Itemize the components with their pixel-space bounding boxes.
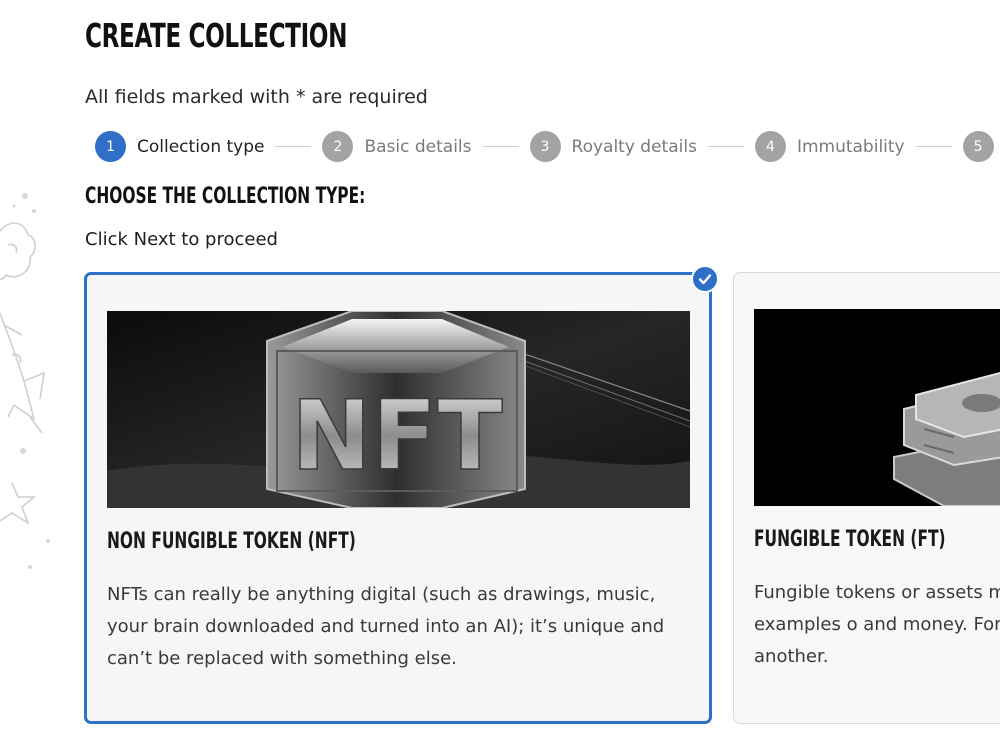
ft-card-description: Fungible tokens or assets most common ex… (754, 582, 1000, 667)
create-collection-page: CREATE COLLECTION All fields marked with… (0, 0, 1000, 750)
step-label: Royalty details (571, 136, 697, 157)
step-number: 1 (95, 131, 126, 162)
page-title: CREATE COLLECTION (85, 16, 348, 55)
step-connector (915, 146, 952, 147)
step-number: 3 (529, 131, 561, 162)
money-stack-illustration (754, 309, 1000, 506)
stepper: 1 Collection type 2 Basic details 3 Roya… (95, 131, 1000, 162)
step-basic-details[interactable]: 2 Basic details (322, 131, 472, 162)
step-number: 4 (754, 131, 786, 162)
step-number: 2 (322, 131, 354, 162)
nft-card-title: NON FUNGIBLE TOKEN (NFT) (107, 529, 356, 554)
nft-card-description: NFTs can really be anything digital (suc… (107, 584, 665, 669)
proceed-hint: Click Next to proceed (85, 229, 278, 250)
nft-image-text: NFT (291, 380, 502, 492)
step-immutability[interactable]: 4 Immutability (754, 131, 905, 162)
step-label: Collection type (137, 136, 265, 157)
step-number: 5 (962, 131, 994, 162)
nft-card-image: NFT (107, 311, 690, 508)
space-doodle-icon (0, 193, 50, 569)
step-5[interactable]: 5 Fr (962, 131, 1000, 162)
section-title: CHOOSE THE COLLECTION TYPE: (85, 184, 366, 209)
step-connector (482, 146, 519, 147)
step-connector (707, 146, 744, 147)
selected-checkmark-icon (691, 265, 719, 293)
required-fields-note: All fields marked with * are required (85, 86, 428, 108)
nft-collection-card[interactable]: NFT NON FUNGIBLE TOKEN (NFT) NFTs can re… (84, 272, 712, 724)
step-royalty-details[interactable]: 3 Royalty details (529, 131, 697, 162)
nft-cube-illustration: NFT (107, 311, 690, 508)
ft-collection-card[interactable]: FUNGIBLE TOKEN (FT) Fungible tokens or a… (733, 272, 1000, 724)
step-label: Immutability (796, 136, 905, 157)
ft-card-title: FUNGIBLE TOKEN (FT) (754, 527, 946, 552)
ft-card-image (754, 309, 1000, 506)
step-collection-type[interactable]: 1 Collection type (95, 131, 264, 162)
step-connector (275, 146, 312, 147)
step-label: Basic details (364, 136, 472, 157)
